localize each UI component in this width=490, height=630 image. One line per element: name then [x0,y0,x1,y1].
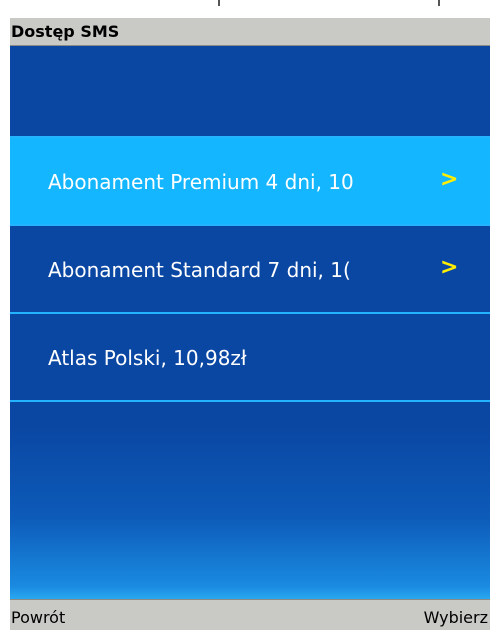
select-softkey[interactable]: Wybierz [424,608,488,627]
chevron-right-icon: > [440,167,459,192]
menu-item-label: Abonament Premium 4 dni, 10 [48,170,354,194]
menu-item-label: Atlas Polski, 10,98zł [48,346,247,370]
status-tick [438,0,440,6]
menu-screen: Abonament Premium 4 dni, 10 > Abonament … [10,46,490,599]
status-tick [218,0,220,6]
menu-item-abonament-standard[interactable]: Abonament Standard 7 dni, 1( > [10,226,490,312]
phone-screen: Dostęp SMS Abonament Premium 4 dni, 10 >… [0,0,490,630]
menu-item-label: Abonament Standard 7 dni, 1( [48,258,351,282]
softkey-bar: Powrót Wybierz [10,599,490,630]
title-bar: Dostęp SMS [10,18,490,46]
menu-separator [10,400,490,402]
page-title: Dostęp SMS [11,22,120,41]
back-softkey[interactable]: Powrót [11,608,65,627]
chevron-right-icon: > [440,255,459,280]
menu-item-abonament-premium[interactable]: Abonament Premium 4 dni, 10 > [10,138,490,224]
menu-item-atlas-polski[interactable]: Atlas Polski, 10,98zł [10,314,490,400]
